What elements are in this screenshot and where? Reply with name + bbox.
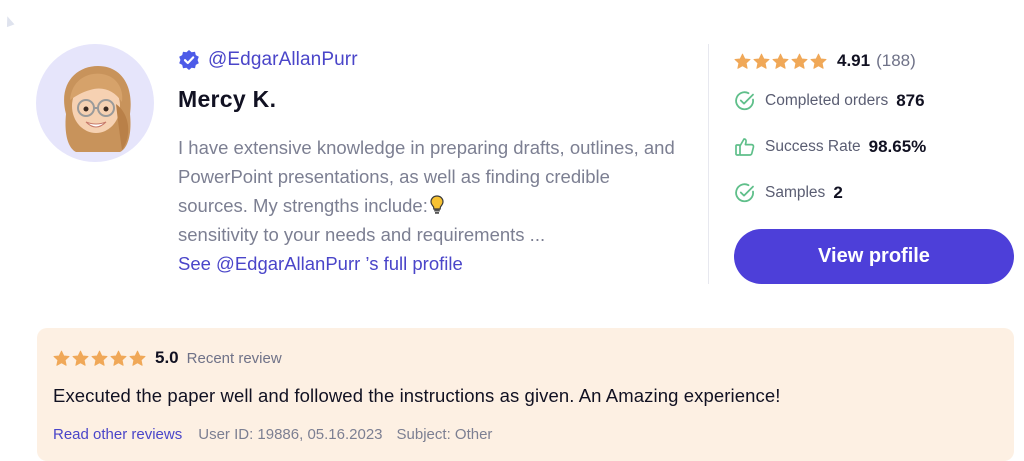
corner-decoration [3, 14, 15, 28]
stat-samples: Samples 2 [734, 170, 1016, 216]
star-icon [772, 53, 789, 69]
stat-success-rate: Success Rate 98.65% [734, 124, 1016, 170]
stat-completed-orders: Completed orders 876 [734, 78, 1016, 124]
stat-value: 876 [896, 91, 925, 110]
rating-value: 4.91 [837, 51, 871, 70]
rating-stars [734, 53, 827, 70]
review-subject: Subject: Other [396, 426, 493, 443]
review-stars [53, 350, 146, 367]
view-profile-button[interactable]: View profile [734, 229, 1014, 284]
lightbulb-icon [430, 194, 444, 214]
star-icon [53, 350, 70, 366]
stat-value: 98.65% [868, 137, 927, 156]
rating-row: 4.91 (188) [734, 44, 1016, 78]
vertical-divider [708, 44, 709, 284]
star-icon [791, 53, 808, 69]
recent-review-card: 5.0 Recent review Executed the paper wel… [37, 328, 1014, 461]
star-icon [72, 350, 89, 366]
check-circle-icon [734, 182, 756, 204]
star-icon [753, 53, 770, 69]
bio-text-continued: sensitivity to your needs and requiremen… [178, 224, 546, 245]
handle-row: @EdgarAllanPurr [178, 44, 688, 76]
writer-name: Mercy K. [178, 86, 277, 112]
review-header: 5.0 Recent review [53, 346, 282, 370]
star-icon [91, 350, 108, 366]
star-icon [810, 53, 827, 69]
bio-text: I have extensive knowledge in preparing … [178, 137, 675, 216]
thumbs-up-icon [734, 136, 756, 158]
avatar[interactable] [36, 44, 154, 162]
review-tag: Recent review [186, 349, 282, 367]
review-user-info: User ID: 19886, 05.16.2023 [198, 426, 383, 443]
star-icon [129, 350, 146, 366]
star-icon [110, 350, 127, 366]
full-profile-link[interactable]: See @EdgarAllanPurr ’s full profile [178, 249, 688, 279]
star-icon [734, 53, 751, 69]
review-score: 5.0 [155, 348, 179, 367]
stat-label: Samples [765, 184, 826, 201]
review-text: Executed the paper well and followed the… [53, 385, 781, 406]
writer-card: @EdgarAllanPurr Mercy K. I have extensiv… [36, 44, 1016, 294]
stat-label: Completed orders [765, 92, 889, 109]
writer-info: @EdgarAllanPurr Mercy K. I have extensiv… [178, 44, 688, 279]
writer-stats: 4.91 (188) Completed orders 876 Success … [734, 44, 1016, 284]
check-circle-icon [734, 90, 756, 112]
writer-handle: @EdgarAllanPurr [208, 49, 358, 70]
stat-label: Success Rate [765, 138, 861, 155]
memoji-avatar-image [64, 66, 131, 152]
review-meta: Read other reviews User ID: 19886, 05.16… [53, 426, 506, 443]
stat-value: 2 [833, 183, 843, 202]
rating-count: (188) [876, 51, 916, 70]
verified-badge-icon [178, 49, 200, 71]
read-other-reviews-link[interactable]: Read other reviews [53, 426, 182, 443]
writer-bio: I have extensive knowledge in preparing … [178, 133, 678, 249]
